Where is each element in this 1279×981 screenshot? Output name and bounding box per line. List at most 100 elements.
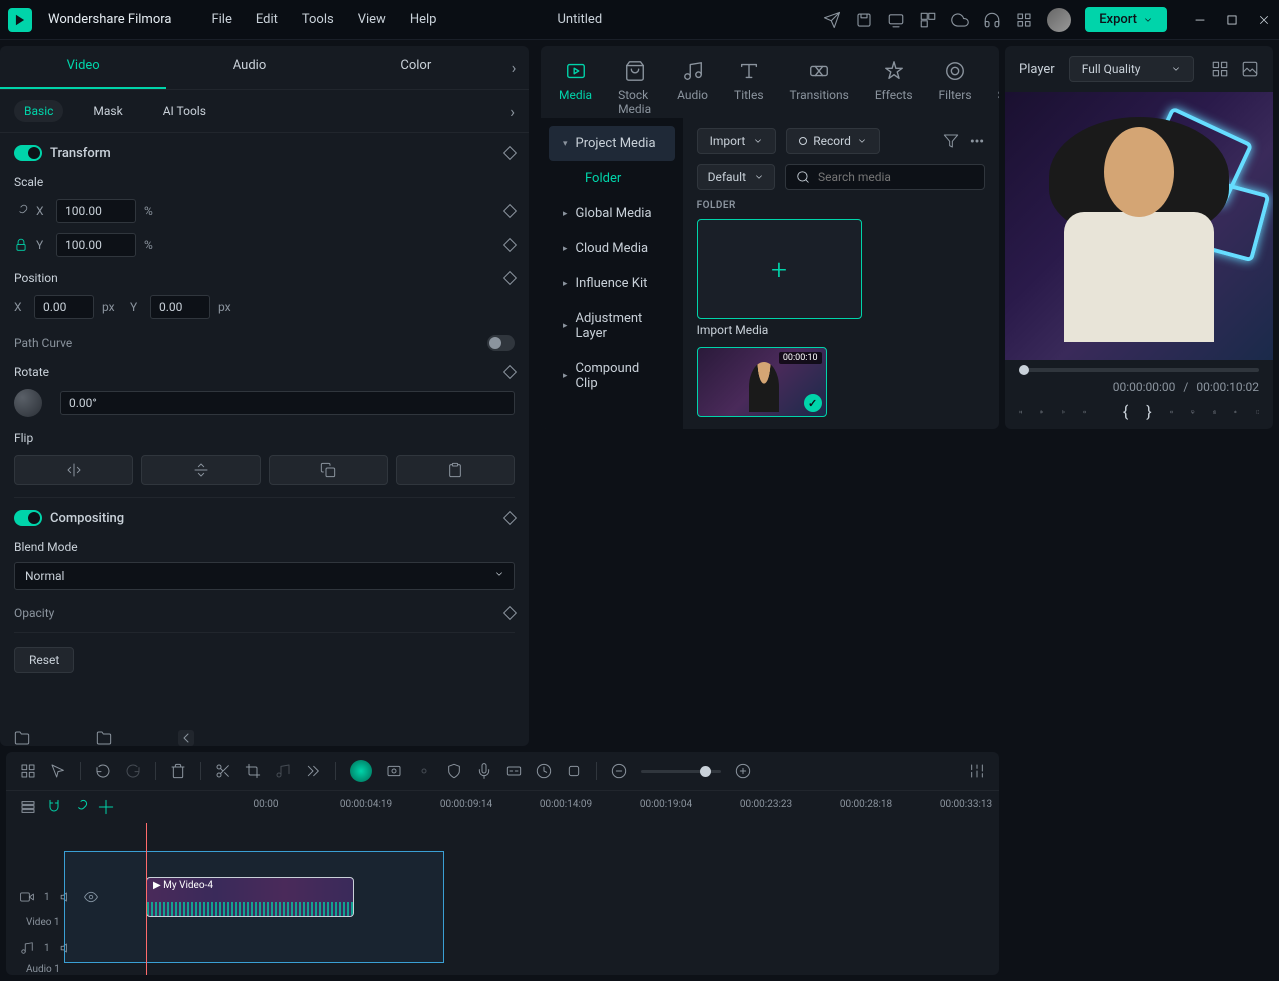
save-icon[interactable] — [855, 11, 873, 29]
layout-grid-icon[interactable] — [20, 763, 36, 779]
transform-toggle[interactable] — [14, 145, 42, 161]
magnet-icon[interactable] — [46, 799, 62, 815]
scale-y-keyframe[interactable] — [503, 238, 517, 252]
track-layout-icon[interactable] — [20, 799, 36, 815]
sidebar-project-media[interactable]: ▾ Project Media — [549, 126, 675, 161]
minimize-icon[interactable] — [1193, 13, 1207, 27]
paste-button[interactable] — [396, 455, 515, 485]
more-icon[interactable] — [969, 133, 985, 149]
props-tab-audio[interactable]: Audio — [166, 46, 332, 89]
scale-x-input[interactable] — [56, 199, 136, 223]
sidebar-cloud-media[interactable]: ▸Cloud Media — [549, 231, 675, 266]
import-media-tile[interactable]: + — [697, 219, 862, 319]
tab-media[interactable]: Media — [559, 58, 592, 116]
sidebar-global-media[interactable]: ▸Global Media — [549, 196, 675, 231]
import-dropdown[interactable]: Import — [697, 128, 777, 154]
monitor-icon[interactable] — [1191, 404, 1194, 420]
headphones-icon[interactable] — [983, 11, 1001, 29]
delete-icon[interactable] — [170, 763, 186, 779]
marker-icon[interactable] — [566, 763, 582, 779]
mixer-icon[interactable] — [969, 763, 985, 779]
filter-icon[interactable] — [943, 133, 959, 149]
tab-transitions[interactable]: Transitions — [790, 58, 849, 116]
subtab-mask[interactable]: Mask — [83, 100, 132, 122]
export-button[interactable]: Export — [1085, 7, 1167, 32]
rotate-knob[interactable] — [14, 389, 42, 417]
mute-icon[interactable] — [60, 890, 74, 904]
scale-x-keyframe[interactable] — [503, 204, 517, 218]
grid-icon[interactable] — [1015, 11, 1033, 29]
rotate-keyframe[interactable] — [503, 365, 517, 379]
menu-tools[interactable]: Tools — [302, 12, 334, 27]
zoom-out-icon[interactable] — [611, 763, 627, 779]
props-tab-video[interactable]: Video — [0, 46, 166, 89]
sidebar-influence-kit[interactable]: ▸Influence Kit — [549, 266, 675, 301]
copy-button[interactable] — [269, 455, 388, 485]
tab-titles[interactable]: Titles — [734, 58, 763, 116]
play-from-start-icon[interactable] — [1040, 404, 1043, 420]
maximize-icon[interactable] — [1225, 13, 1239, 27]
prev-frame-icon[interactable] — [1019, 404, 1022, 420]
transform-keyframe[interactable] — [503, 146, 517, 160]
tab-stickers[interactable]: Stickers — [998, 58, 999, 116]
menu-file[interactable]: File — [211, 12, 231, 27]
reset-button[interactable]: Reset — [14, 647, 74, 673]
play-icon[interactable] — [1062, 404, 1065, 420]
zoom-in-icon[interactable] — [735, 763, 751, 779]
path-curve-toggle[interactable] — [487, 335, 515, 351]
media-clip-thumbnail[interactable]: 00:00:10 ✓ — [697, 347, 827, 417]
ai-button[interactable] — [350, 760, 372, 782]
compositing-toggle[interactable] — [14, 510, 42, 526]
display-icon[interactable] — [887, 11, 905, 29]
user-avatar[interactable] — [1047, 8, 1071, 32]
visibility-icon[interactable] — [84, 890, 98, 904]
sort-dropdown[interactable]: Default — [697, 164, 775, 190]
subtab-basic[interactable]: Basic — [14, 100, 63, 122]
player-viewport[interactable] — [1005, 92, 1273, 360]
mute-icon[interactable] — [60, 941, 74, 955]
sidebar-adjustment-layer[interactable]: ▸Adjustment Layer — [549, 301, 675, 351]
sidebar-folder[interactable]: Folder — [549, 161, 675, 196]
mic-icon[interactable] — [476, 763, 492, 779]
props-tabs-more[interactable]: › — [499, 46, 529, 89]
send-icon[interactable] — [823, 11, 841, 29]
tab-filters[interactable]: Filters — [939, 58, 972, 116]
record-button[interactable]: Record — [786, 128, 880, 154]
rotate-input[interactable] — [60, 391, 515, 415]
shield-icon[interactable] — [446, 763, 462, 779]
compositing-keyframe[interactable] — [503, 511, 517, 525]
position-keyframe[interactable] — [503, 271, 517, 285]
layout-icon[interactable] — [919, 11, 937, 29]
props-tab-color[interactable]: Color — [333, 46, 499, 89]
grid-view-icon[interactable] — [1211, 60, 1229, 78]
enhance-icon[interactable] — [386, 763, 402, 779]
tab-audio[interactable]: Audio — [677, 58, 708, 116]
subtitles-icon[interactable] — [506, 763, 522, 779]
timeline-clip[interactable]: ▶ My Video-4 — [146, 877, 354, 917]
blend-mode-select[interactable]: Normal — [14, 562, 515, 590]
cut-icon[interactable] — [215, 763, 231, 779]
link-tracks-icon[interactable] — [72, 799, 88, 815]
close-icon[interactable] — [1257, 13, 1271, 27]
subtab-ai-tools[interactable]: AI Tools — [153, 100, 216, 122]
volume-icon[interactable] — [1234, 404, 1237, 420]
mark-in-icon[interactable]: { — [1123, 402, 1128, 421]
subtabs-more[interactable]: › — [510, 102, 515, 121]
tab-effects[interactable]: Effects — [875, 58, 913, 116]
snapshot-icon[interactable] — [1213, 404, 1216, 420]
fullscreen-icon[interactable] — [1256, 404, 1259, 420]
stop-icon[interactable] — [1083, 404, 1086, 420]
pos-x-input[interactable] — [34, 295, 94, 319]
redo-icon[interactable] — [125, 763, 141, 779]
link-icon[interactable] — [14, 204, 28, 218]
tab-stock-media[interactable]: Stock Media — [618, 58, 651, 116]
more-tools-icon[interactable] — [305, 763, 321, 779]
opacity-keyframe[interactable] — [503, 606, 517, 620]
crop-icon[interactable] — [245, 763, 261, 779]
pointer-icon[interactable] — [50, 763, 66, 779]
zoom-slider[interactable] — [641, 770, 721, 773]
pos-y-input[interactable] — [150, 295, 210, 319]
flip-vertical-button[interactable] — [141, 455, 260, 485]
ratio-icon[interactable] — [1170, 404, 1173, 420]
quality-dropdown[interactable]: Full Quality — [1069, 56, 1194, 82]
